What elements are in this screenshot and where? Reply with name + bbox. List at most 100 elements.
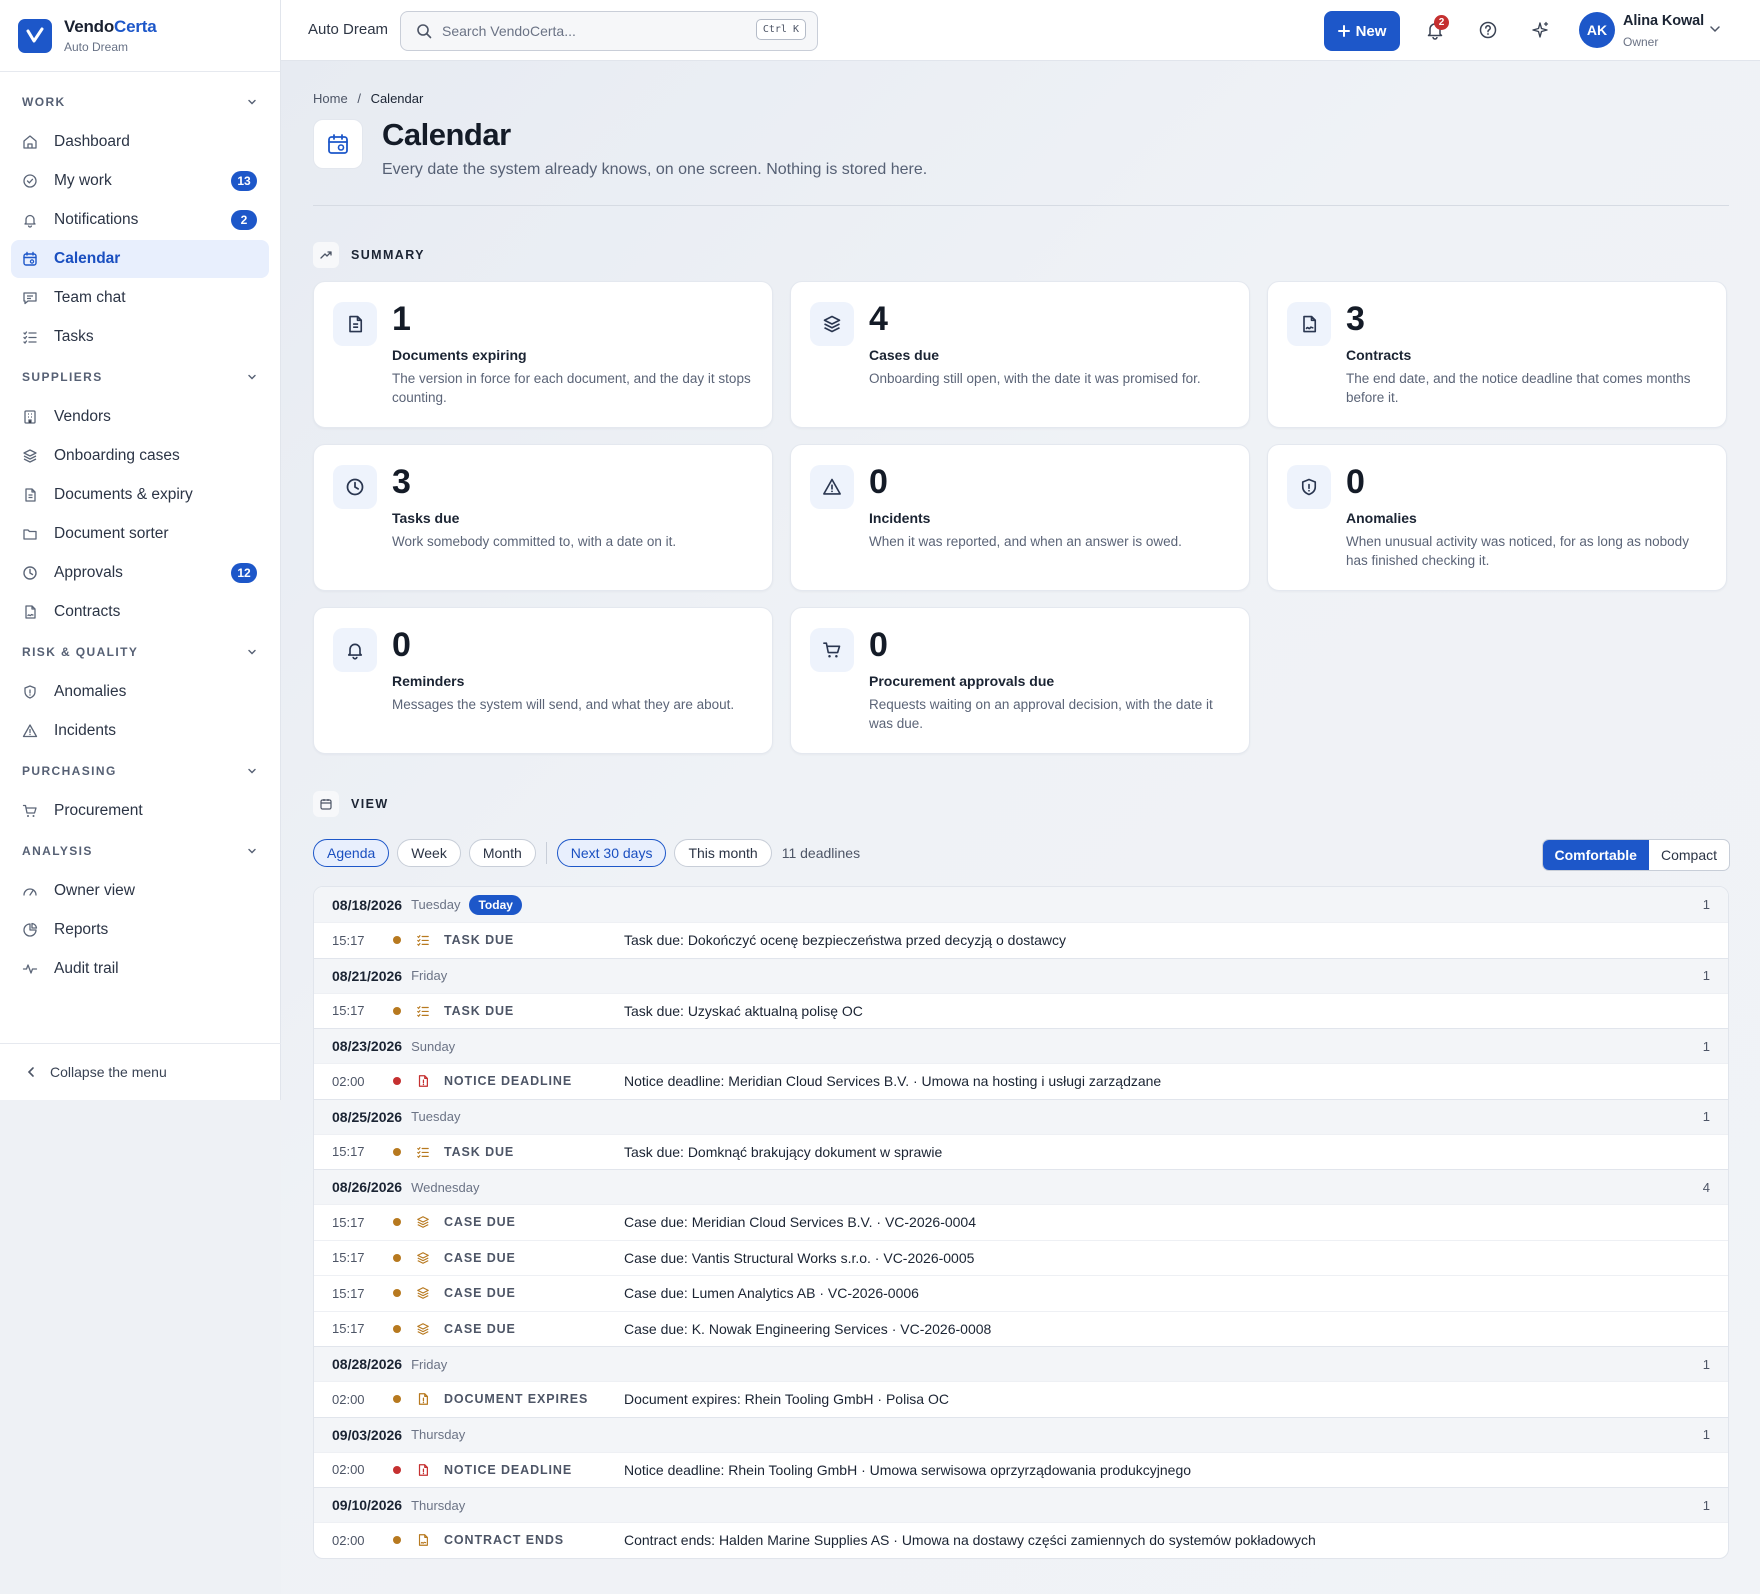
sidebar-item-audit-trail[interactable]: Audit trail (11, 950, 269, 988)
sidebar-item-incidents[interactable]: Incidents (11, 712, 269, 750)
sidebar-item-label: Dashboard (54, 133, 130, 150)
page-title: Calendar (382, 117, 511, 152)
sidebar-item-team-chat[interactable]: Team chat (11, 279, 269, 317)
collapse-menu-button[interactable]: Collapse the menu (0, 1043, 281, 1100)
range-this-month[interactable]: This month (674, 839, 772, 867)
status-dot (393, 1324, 401, 1333)
range-next-30-days[interactable]: Next 30 days (556, 839, 667, 867)
day-date: 09/10/2026 (332, 1497, 403, 1513)
summary-card-reminders[interactable]: 0 Reminders Messages the system will send,… (313, 607, 773, 754)
summary-card-tasks-due[interactable]: 3 Tasks due Work somebody committed to, wi… (313, 444, 773, 591)
agenda-event[interactable]: 15:17 TASK DUE Task due: Domknąć brakujący… (314, 1133, 1728, 1170)
sidebar-item-contracts[interactable]: Contracts (11, 593, 269, 631)
agenda-event[interactable]: 02:00 DOCUMENT EXPIRES Document expires: R… (314, 1381, 1728, 1417)
density-comfortable[interactable]: Comfortable (1542, 840, 1649, 870)
summary-count: 0 (1346, 463, 1365, 501)
sidebar-item-document-sorter[interactable]: Document sorter (11, 515, 269, 553)
nav-section-suppliers[interactable]: SUPPLIERS (0, 357, 280, 397)
status-dot (393, 1253, 401, 1262)
day-event-count: 1 (1702, 1427, 1710, 1442)
search-box[interactable]: Ctrl K (400, 11, 818, 51)
sparkle-icon[interactable] (1531, 20, 1551, 40)
day-event-count: 1 (1702, 897, 1710, 912)
day-date: 08/18/2026 (332, 896, 403, 913)
day-date: 08/28/2026 (332, 1356, 403, 1372)
chevron-left-icon (27, 1067, 34, 1077)
user-name[interactable]: Alina Kowal (1623, 13, 1704, 29)
sidebar-item-notifications[interactable]: Notifications 2 (11, 201, 269, 239)
sidebar-item-dashboard[interactable]: Dashboard (11, 123, 269, 161)
sidebar-item-procurement[interactable]: Procurement (11, 792, 269, 830)
agenda-event[interactable]: 15:17 CASE DUE Case due: Lumen Analytics A… (314, 1275, 1728, 1311)
building-icon (22, 409, 38, 425)
day-header: 08/25/2026 Tuesday 1 (314, 1098, 1728, 1134)
event-kind: DOCUMENT EXPIRES (444, 1392, 589, 1407)
nav-section-purchasing[interactable]: PURCHASING (0, 751, 280, 791)
day-header: 08/23/2026 Sunday 1 (314, 1028, 1728, 1063)
event-time: 02:00 (332, 1073, 365, 1089)
breadcrumb-home[interactable]: Home (313, 91, 348, 106)
user-role: Owner (1623, 35, 1659, 49)
chevron-down-icon[interactable] (1708, 22, 1722, 36)
event-kind: CASE DUE (444, 1321, 516, 1336)
summary-card-contracts[interactable]: 3 Contracts The end date, and the notice d… (1267, 281, 1727, 428)
sidebar-item-owner-view[interactable]: Owner view (11, 872, 269, 910)
clock-icon (22, 565, 38, 581)
summary-label: Procurement approvals due (869, 673, 1055, 689)
status-dot (393, 1006, 401, 1015)
agenda-event[interactable]: 15:17 CASE DUE Case due: K. Nowak Engineer… (314, 1310, 1728, 1347)
agenda-event[interactable]: 02:00 CONTRACT ENDS Contract ends: Halden … (314, 1522, 1728, 1558)
nav-section-analysis[interactable]: ANALYSIS (0, 831, 280, 871)
summary-card-documents-expiring[interactable]: 1 Documents expiring The version in force … (313, 281, 773, 428)
sidebar-item-onboarding-cases[interactable]: Onboarding cases (11, 437, 269, 475)
sidebar-item-documents-expiry[interactable]: Documents & expiry (11, 476, 269, 514)
sidebar-item-label: Calendar (54, 250, 121, 267)
summary-card-procurement-approvals-due[interactable]: 0 Procurement approvals due Requests waiti… (790, 607, 1250, 754)
summary-card-cases-due[interactable]: 4 Cases due Onboarding still open, with th… (790, 281, 1250, 428)
user-avatar[interactable]: AK (1579, 12, 1615, 48)
sidebar-item-tasks[interactable]: Tasks (11, 318, 269, 356)
new-button[interactable]: New (1324, 11, 1400, 51)
agenda-event[interactable]: 02:00 NOTICE DEADLINE Notice deadline: Mer… (314, 1063, 1728, 1099)
sidebar-item-approvals[interactable]: Approvals 12 (11, 554, 269, 592)
sidebar-item-reports[interactable]: Reports (11, 911, 269, 949)
layers-icon (416, 1286, 430, 1300)
mode-month[interactable]: Month (468, 839, 536, 867)
density-compact[interactable]: Compact (1649, 840, 1729, 870)
search-input[interactable] (442, 23, 742, 39)
summary-label: Documents expiring (392, 347, 527, 363)
nav-section-risk-quality[interactable]: RISK & QUALITY (0, 632, 280, 672)
status-dot (393, 1536, 401, 1545)
agenda-event[interactable]: 15:17 CASE DUE Case due: Vantis Structural… (314, 1239, 1728, 1276)
agenda-event[interactable]: 15:17 CASE DUE Case due: Meridian Cloud Se… (314, 1204, 1728, 1240)
agenda-event[interactable]: 02:00 NOTICE DEADLINE Notice deadline: Rhe… (314, 1451, 1728, 1488)
sidebar-item-vendors[interactable]: Vendors (11, 398, 269, 436)
agenda-event[interactable]: 15:17 TASK DUE Task due: Uzyskać aktualną … (314, 992, 1728, 1029)
workspace-switcher[interactable]: Auto Dream (308, 21, 388, 38)
topbar: Auto Dream Ctrl K New 2 AK Alina Kowal O… (281, 0, 1760, 61)
brand-workspace: Auto Dream (64, 40, 129, 54)
sidebar-item-my-work[interactable]: My work 13 (11, 162, 269, 200)
summary-card-incidents[interactable]: 0 Incidents When it was reported, and when… (790, 444, 1250, 591)
layers-icon (416, 1215, 430, 1229)
document-alert-icon (416, 1463, 430, 1477)
chevron-down-icon (246, 765, 258, 777)
summary-description: When unusual activity was noticed, for a… (1346, 534, 1689, 568)
agenda-event[interactable]: 15:17 TASK DUE Task due: Dokończyć ocenę b… (314, 922, 1728, 958)
brand[interactable]: VendoCerta Auto Dream (0, 0, 280, 72)
sidebar-item-calendar[interactable]: Calendar (11, 240, 269, 278)
event-time: 02:00 (332, 1532, 365, 1548)
summary-description: Messages the system will send, and what … (392, 697, 735, 712)
mode-week[interactable]: Week (397, 839, 461, 867)
summary-card-anomalies[interactable]: 0 Anomalies When unusual activity was noti… (1267, 444, 1727, 591)
event-kind: TASK DUE (444, 1144, 515, 1159)
nav-section-work[interactable]: WORK (0, 82, 280, 122)
day-event-count: 1 (1702, 1497, 1710, 1513)
deadline-count: 11 deadlines (781, 845, 861, 861)
help-icon[interactable] (1478, 20, 1498, 40)
event-title: Notice deadline: Meridian Cloud Services… (624, 1073, 1162, 1090)
mode-agenda[interactable]: Agenda (313, 839, 390, 867)
sidebar-item-label: Owner view (54, 882, 135, 899)
sidebar-item-anomalies[interactable]: Anomalies (11, 673, 269, 711)
sidebar-item-label: Contracts (54, 603, 121, 620)
